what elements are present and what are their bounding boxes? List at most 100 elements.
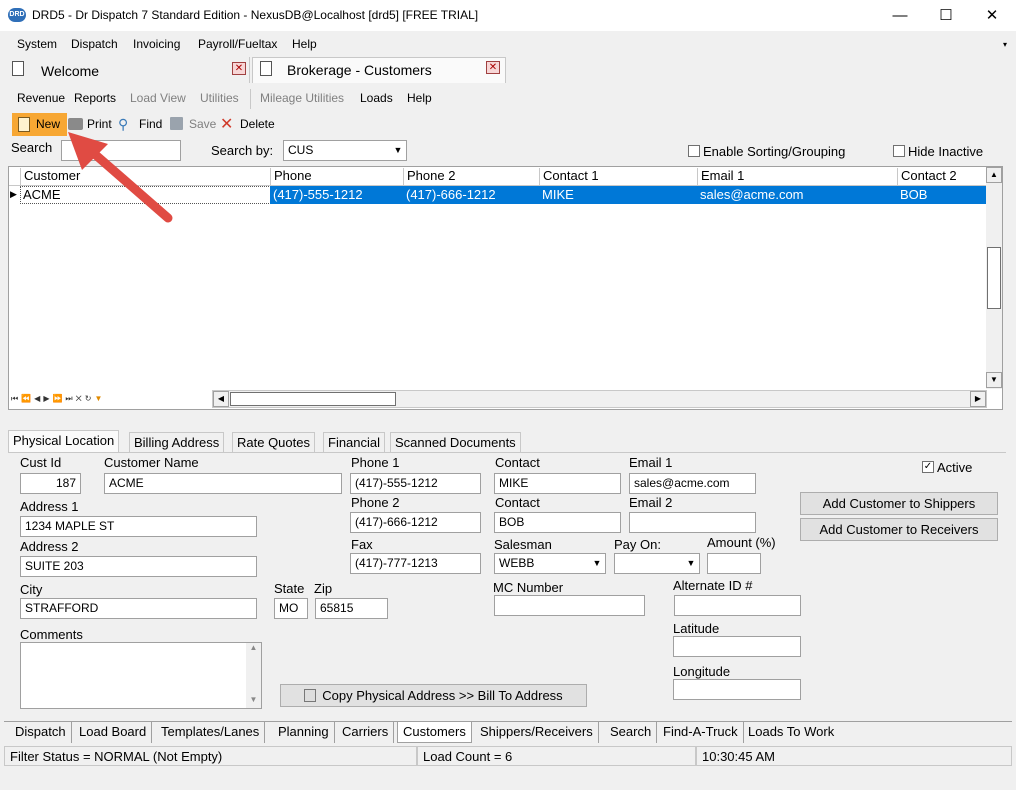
latitude-label: Latitude [673, 621, 720, 636]
cell-phone[interactable]: (417)-555-1212 [271, 187, 403, 204]
email2-label: Email 2 [629, 495, 673, 510]
fax-field[interactable]: (417)-777-1213 [350, 553, 481, 574]
mc-number-field[interactable] [494, 595, 645, 616]
add-to-shippers-button[interactable]: Add Customer to Shippers [800, 492, 998, 515]
enable-sorting-checkbox[interactable] [688, 145, 700, 157]
salesman-select[interactable]: WEBB ▼ [494, 553, 606, 574]
menu-payroll[interactable]: Payroll/Fueltax [198, 37, 277, 51]
column-header-phone[interactable]: Phone [270, 168, 403, 186]
tab-find-a-truck[interactable]: Find-A-Truck [658, 722, 744, 743]
print-button-label: Print [87, 117, 112, 131]
alternate-id-field[interactable] [674, 595, 801, 616]
hide-inactive-checkbox[interactable] [893, 145, 905, 157]
menu-load-view[interactable]: Load View [130, 91, 186, 105]
tab-rate-quotes[interactable]: Rate Quotes [232, 432, 315, 452]
zip-field[interactable]: 65815 [315, 598, 388, 619]
phone1-field[interactable]: (417)-555-1212 [350, 473, 481, 494]
cust-id-field[interactable]: 187 [20, 473, 81, 494]
menu-help[interactable]: Help [292, 37, 317, 51]
menu-reports[interactable]: Reports [74, 91, 116, 105]
scroll-right-icon[interactable]: ▶ [970, 391, 986, 407]
comments-textarea[interactable] [20, 642, 262, 709]
cell-email1[interactable]: sales@acme.com [698, 187, 897, 204]
longitude-field[interactable] [673, 679, 801, 700]
cell-phone2[interactable]: (417)-666-1212 [404, 187, 539, 204]
scroll-left-icon[interactable]: ◀ [213, 391, 229, 407]
menu-help-module[interactable]: Help [407, 91, 432, 105]
tab-customers[interactable]: Customers [397, 722, 472, 743]
horizontal-scrollbar[interactable]: ◀ ▶ [212, 390, 987, 408]
column-header-email1[interactable]: Email 1 [697, 168, 897, 186]
tab-load-board[interactable]: Load Board [74, 722, 153, 743]
tab-physical-location[interactable]: Physical Location [8, 430, 120, 452]
column-header-contact2[interactable]: Contact 2 [897, 168, 986, 186]
maximize-button[interactable]: ☐ [923, 0, 969, 31]
copy-address-label: Copy Physical Address >> Bill To Address [322, 688, 563, 703]
vertical-scrollbar[interactable]: ▲ ▼ [986, 167, 1002, 389]
customer-name-field[interactable]: ACME [104, 473, 342, 494]
comments-scrollbar[interactable]: ▲ ▼ [246, 643, 261, 708]
new-button-label: New [36, 117, 61, 131]
menu-mileage-utilities[interactable]: Mileage Utilities [260, 91, 344, 105]
tab-financial[interactable]: Financial [323, 432, 386, 452]
tab-planning[interactable]: Planning [273, 722, 335, 743]
contact2-field[interactable]: BOB [494, 512, 621, 533]
cell-contact2[interactable]: BOB [898, 187, 986, 204]
tab-shippers-receivers[interactable]: Shippers/Receivers [475, 722, 599, 743]
cell-contact1[interactable]: MIKE [540, 187, 697, 204]
search-by-select[interactable]: CUS ▼ [283, 140, 407, 161]
close-button[interactable]: ✕ [969, 0, 1015, 31]
chevron-down-icon: ▼ [393, 145, 403, 155]
scroll-down-icon[interactable]: ▼ [986, 372, 1002, 388]
city-label: City [20, 582, 43, 597]
address2-field[interactable]: SUITE 203 [20, 556, 257, 577]
address1-label: Address 1 [20, 499, 79, 514]
cust-id-label: Cust Id [20, 455, 62, 470]
column-header-contact1[interactable]: Contact 1 [539, 168, 697, 186]
salesman-label: Salesman [494, 537, 552, 552]
tab-loads-to-work[interactable]: Loads To Work [743, 722, 839, 743]
add-to-receivers-button[interactable]: Add Customer to Receivers [800, 518, 998, 541]
state-field[interactable]: MO [274, 598, 308, 619]
scroll-up-icon[interactable]: ▲ [986, 167, 1002, 183]
tab-billing-address[interactable]: Billing Address [129, 432, 225, 452]
close-tab-icon[interactable]: ✕ [232, 62, 246, 75]
city-field[interactable]: STRAFFORD [20, 598, 257, 619]
email2-field[interactable] [629, 512, 756, 533]
close-tab-icon[interactable]: ✕ [486, 61, 500, 74]
menu-invoicing[interactable]: Invoicing [133, 37, 180, 51]
latitude-field[interactable] [673, 636, 801, 657]
new-button[interactable]: New [12, 113, 67, 136]
amount-field[interactable] [707, 553, 761, 574]
tab-search[interactable]: Search [605, 722, 658, 743]
record-navigator[interactable]: ⏮⏪◀▶⏩⏭✕↻▼ [9, 390, 209, 408]
menu-utilities[interactable]: Utilities [200, 91, 239, 105]
pay-on-select[interactable]: ▼ [614, 553, 700, 574]
active-checkbox[interactable]: ✓ [922, 461, 934, 473]
address1-field[interactable]: 1234 MAPLE ST [20, 516, 257, 537]
tab-brokerage-customers[interactable]: Brokerage - Customers ✕ [252, 57, 506, 83]
menu-overflow-icon[interactable]: ▾ [1003, 40, 1007, 49]
menu-dispatch[interactable]: Dispatch [71, 37, 118, 51]
document-icon [12, 61, 24, 76]
tab-dispatch[interactable]: Dispatch [10, 722, 72, 743]
tab-carriers[interactable]: Carriers [337, 722, 395, 743]
delete-button[interactable]: ✕ Delete [220, 116, 276, 134]
contact1-field[interactable]: MIKE [494, 473, 621, 494]
email1-field[interactable]: sales@acme.com [629, 473, 756, 494]
minimize-button[interactable]: — [877, 0, 923, 31]
column-header-phone2[interactable]: Phone 2 [403, 168, 539, 186]
menu-revenue[interactable]: Revenue [17, 91, 65, 105]
tab-templates-lanes[interactable]: Templates/Lanes [156, 722, 266, 743]
copy-address-button[interactable]: Copy Physical Address >> Bill To Address [280, 684, 587, 707]
h-scroll-thumb[interactable] [230, 392, 396, 406]
phone2-field[interactable]: (417)-666-1212 [350, 512, 481, 533]
tab-scanned-documents[interactable]: Scanned Documents [390, 432, 521, 452]
title-bar: DRD DRD5 - Dr Dispatch 7 Standard Editio… [0, 0, 1016, 31]
menu-system[interactable]: System [17, 37, 57, 51]
enable-sorting-label: Enable Sorting/Grouping [703, 144, 846, 159]
scroll-thumb[interactable] [987, 247, 1001, 309]
menu-loads[interactable]: Loads [360, 91, 393, 105]
clock: 10:30:45 AM [696, 746, 1012, 766]
tab-welcome[interactable]: Welcome ✕ [4, 57, 250, 83]
